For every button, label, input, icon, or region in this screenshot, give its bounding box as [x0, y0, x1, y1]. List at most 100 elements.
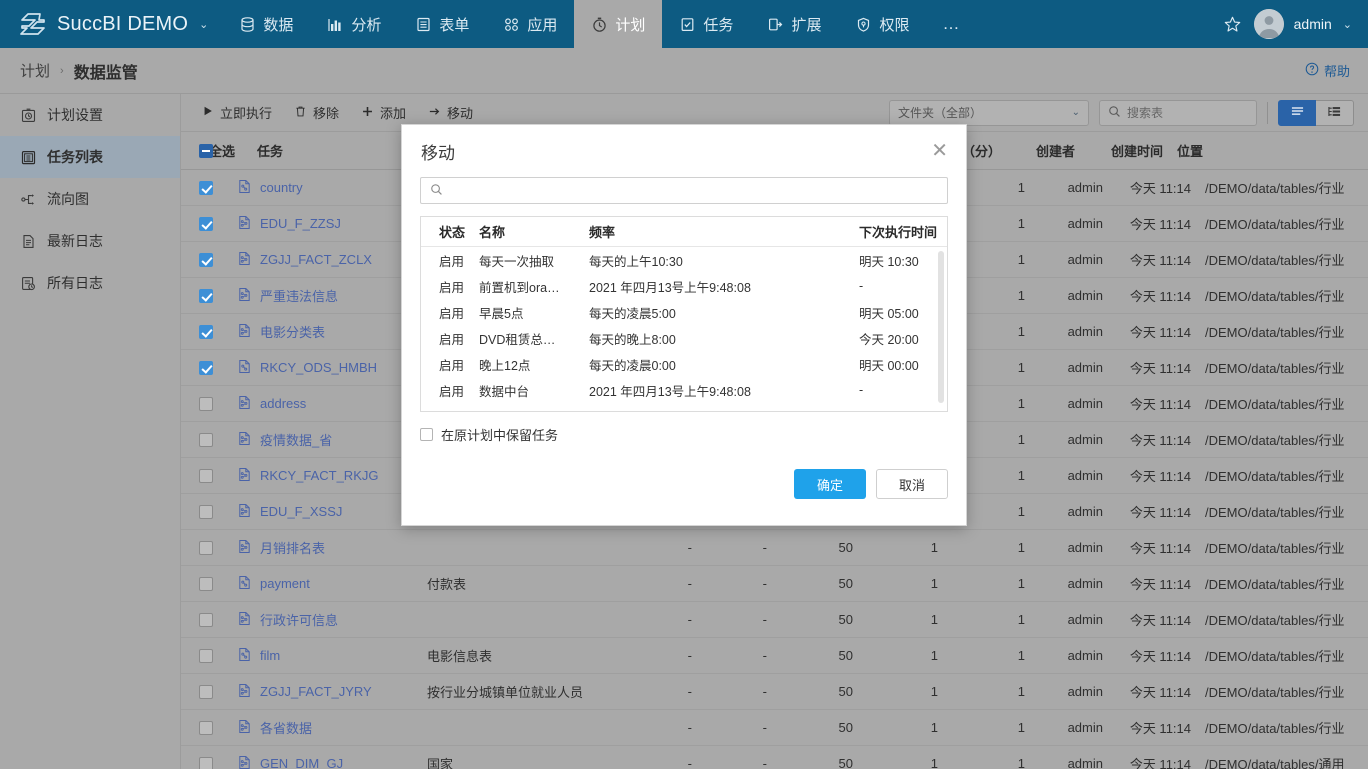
task-cell[interactable]: 电影分类表 — [237, 322, 427, 341]
row-select-cell[interactable] — [181, 612, 237, 628]
row-checkbox[interactable] — [199, 505, 213, 519]
sidebar-item-latest-log[interactable]: 最新日志 — [0, 220, 180, 262]
nav-item-form[interactable]: 表单 — [398, 0, 486, 48]
table-row[interactable]: film电影信息表--5011admin今天 11:14/DEMO/data/t… — [181, 638, 1368, 674]
select-all-checkbox[interactable] — [199, 144, 213, 158]
sidebar-item-task-list[interactable]: 任务列表 — [0, 136, 180, 178]
task-name[interactable]: payment — [260, 576, 310, 591]
schedule-row[interactable]: 启用早晨5点每天的凌晨5:00明天 05:00 — [421, 299, 947, 325]
help-link[interactable]: 帮助 — [1305, 61, 1350, 80]
task-cell[interactable]: EDU_F_XSSJ — [237, 503, 427, 521]
dialog-search-input[interactable] — [420, 177, 948, 204]
row-select-cell[interactable] — [181, 252, 237, 268]
task-name[interactable]: 行政许可信息 — [260, 610, 338, 629]
keep-task-checkbox-row[interactable]: 在原计划中保留任务 — [420, 425, 948, 444]
row-checkbox[interactable] — [199, 685, 213, 699]
nav-item-data[interactable]: 数据 — [222, 0, 310, 48]
table-row[interactable]: GEN_DIM_GJ国家--5011admin今天 11:14/DEMO/dat… — [181, 746, 1368, 769]
nav-more-button[interactable]: … — [926, 0, 976, 48]
row-select-cell[interactable] — [181, 216, 237, 232]
row-checkbox[interactable] — [199, 757, 213, 769]
chevron-down-icon[interactable]: ⌄ — [1343, 18, 1352, 31]
row-checkbox[interactable] — [199, 253, 213, 267]
add-button[interactable]: 添加 — [350, 98, 417, 128]
task-cell[interactable]: payment — [237, 575, 427, 593]
task-name[interactable]: country — [260, 180, 303, 195]
task-cell[interactable]: film — [237, 647, 427, 665]
task-name[interactable]: 严重违法信息 — [260, 286, 338, 305]
nav-item-task[interactable]: 任务 — [662, 0, 750, 48]
row-checkbox[interactable] — [199, 577, 213, 591]
nav-item-permission[interactable]: 权限 — [838, 0, 926, 48]
schedule-row[interactable]: 启用DVD租赁总…每天的晚上8:00今天 20:00 — [421, 325, 947, 351]
keep-task-checkbox[interactable] — [420, 428, 433, 441]
avatar[interactable] — [1254, 9, 1284, 39]
row-select-cell[interactable] — [181, 720, 237, 736]
sidebar-item-flow-chart[interactable]: 流向图 — [0, 178, 180, 220]
task-name[interactable]: ZGJJ_FACT_ZCLX — [260, 252, 372, 267]
nav-item-extension[interactable]: 扩展 — [750, 0, 838, 48]
row-checkbox[interactable] — [199, 649, 213, 663]
row-select-cell[interactable] — [181, 684, 237, 700]
task-cell[interactable]: GEN_DIM_GJ — [237, 755, 427, 769]
schedule-list-scrollbar[interactable] — [938, 251, 944, 403]
task-cell[interactable]: RKCY_FACT_RKJG — [237, 467, 427, 485]
schedule-row[interactable]: 启用前置机到ora…2021 年四月13号上午9:48:08- — [421, 273, 947, 299]
task-name[interactable]: EDU_F_ZZSJ — [260, 216, 341, 231]
search-table-input[interactable]: 搜索表 — [1099, 100, 1257, 126]
nav-item-apps[interactable]: 应用 — [486, 0, 574, 48]
run-now-button[interactable]: 立即执行 — [191, 98, 283, 128]
row-checkbox[interactable] — [199, 181, 213, 195]
schedule-row[interactable]: 启用数据中台2021 年四月13号上午9:48:08- — [421, 377, 947, 403]
task-cell[interactable]: 严重违法信息 — [237, 286, 427, 305]
task-name[interactable]: 各省数据 — [260, 718, 312, 737]
row-checkbox[interactable] — [199, 397, 213, 411]
table-row[interactable]: 月销排名表--5011admin今天 11:14/DEMO/data/table… — [181, 530, 1368, 566]
task-cell[interactable]: EDU_F_ZZSJ — [237, 215, 427, 233]
task-cell[interactable]: address — [237, 395, 427, 413]
row-select-cell[interactable] — [181, 360, 237, 376]
task-cell[interactable]: ZGJJ_FACT_ZCLX — [237, 251, 427, 269]
task-name[interactable]: EDU_F_XSSJ — [260, 504, 342, 519]
task-cell[interactable]: 月销排名表 — [237, 538, 427, 557]
task-name[interactable]: RKCY_FACT_RKJG — [260, 468, 378, 483]
list-view-button[interactable] — [1278, 100, 1316, 126]
schedule-row[interactable]: 停用数据检测每天的晚上8:00- — [421, 403, 947, 412]
schedule-row[interactable]: 启用每天一次抽取每天的上午10:30明天 10:30 — [421, 247, 947, 273]
sidebar-item-all-logs[interactable]: 所有日志 — [0, 262, 180, 304]
row-checkbox[interactable] — [199, 721, 213, 735]
move-button[interactable]: 移动 — [417, 98, 484, 128]
sidebar-item-schedule-settings[interactable]: 计划设置 — [0, 94, 180, 136]
remove-button[interactable]: 移除 — [283, 98, 350, 128]
row-select-cell[interactable] — [181, 288, 237, 304]
task-cell[interactable]: ZGJJ_FACT_JYRY — [237, 683, 427, 701]
breadcrumb-parent[interactable]: 计划 — [20, 60, 50, 81]
task-name[interactable]: GEN_DIM_GJ — [260, 756, 343, 769]
row-checkbox[interactable] — [199, 469, 213, 483]
row-select-cell[interactable] — [181, 324, 237, 340]
row-select-cell[interactable] — [181, 648, 237, 664]
table-row[interactable]: 行政许可信息--5011admin今天 11:14/DEMO/data/tabl… — [181, 602, 1368, 638]
row-checkbox[interactable] — [199, 361, 213, 375]
confirm-button[interactable]: 确定 — [794, 469, 866, 499]
nav-item-schedule[interactable]: 计划 — [574, 0, 662, 48]
task-name[interactable]: film — [260, 648, 280, 663]
cancel-button[interactable]: 取消 — [876, 469, 948, 499]
row-checkbox[interactable] — [199, 325, 213, 339]
row-select-cell[interactable] — [181, 756, 237, 769]
folder-filter-select[interactable]: 文件夹（全部） ⌄ — [889, 100, 1089, 126]
task-name[interactable]: 电影分类表 — [260, 322, 325, 341]
row-select-cell[interactable] — [181, 576, 237, 592]
row-checkbox[interactable] — [199, 289, 213, 303]
row-checkbox[interactable] — [199, 433, 213, 447]
row-select-cell[interactable] — [181, 504, 237, 520]
task-cell[interactable]: country — [237, 179, 427, 197]
row-select-cell[interactable] — [181, 180, 237, 196]
task-name[interactable]: 疫情数据_省 — [260, 430, 332, 449]
task-cell[interactable]: 疫情数据_省 — [237, 430, 427, 449]
row-select-cell[interactable] — [181, 396, 237, 412]
task-name[interactable]: address — [260, 396, 306, 411]
table-row[interactable]: ZGJJ_FACT_JYRY按行业分城镇单位就业人员--5011admin今天 … — [181, 674, 1368, 710]
table-row[interactable]: 各省数据--5011admin今天 11:14/DEMO/data/tables… — [181, 710, 1368, 746]
task-name[interactable]: 月销排名表 — [260, 538, 325, 557]
